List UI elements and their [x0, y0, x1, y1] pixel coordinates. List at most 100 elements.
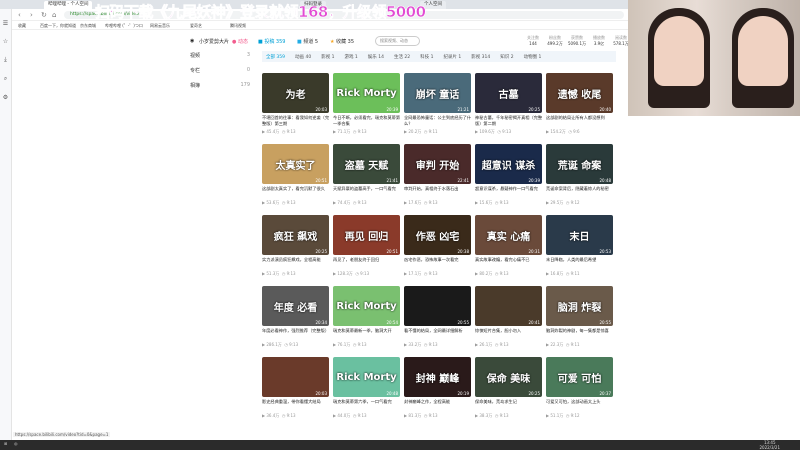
video-thumbnail[interactable]: 末日 20:53	[546, 215, 613, 255]
category-tab[interactable]: 科技 1	[420, 54, 433, 60]
video-title[interactable]: 超意识谋杀，悬疑神作一口气看完	[475, 186, 542, 198]
video-title[interactable]: 凶宅作恶，恐怖故事一次看完	[404, 257, 471, 269]
video-card[interactable]: 超意识 谋杀 20:39 超意识谋杀，悬疑神作一口气看完 ▶ 15.6万 ◷ 9:…	[475, 144, 542, 214]
left-nav-item[interactable]: 视频 3	[190, 52, 250, 67]
video-card[interactable]: 荒诞 命案 20:48 荒诞命案背后，隐藏着惊人的秘密 ▶ 29.5万 ◷ 9:1…	[546, 144, 613, 214]
video-title[interactable]: 末日降临，人类的最后希望	[546, 257, 613, 269]
left-nav-item[interactable]: 专栏 0	[190, 67, 250, 82]
video-thumbnail[interactable]: 荒诞 命案 20:48	[546, 144, 613, 184]
video-thumbnail[interactable]: Rick Morty 20:48	[333, 357, 400, 397]
video-thumbnail[interactable]: 盗墓 天赋 21:41	[333, 144, 400, 184]
video-thumbnail[interactable]: 年度 必看 20:34	[262, 286, 329, 326]
video-card[interactable]: 年度 必看 20:34 年度必看神作，强烈推荐（完整版） ▶ 286.1万 ◷ 9…	[262, 286, 329, 356]
video-title[interactable]: 今日不断，必须看完，瑞克和莫蒂第一季合集	[333, 115, 400, 127]
video-card[interactable]: 古墓 20:25 神秘古墓，千年秘密揭开真相（完整版）第二期 ▶ 109.6万 ◷…	[475, 73, 542, 143]
video-thumbnail[interactable]: 疯狂 飙戏 20:25	[262, 215, 329, 255]
video-card[interactable]: 20:03 影史经典重温，带你看懂大结局 ▶ 36.4万 ◷ 9:13	[262, 357, 329, 427]
video-card[interactable]: 作恶 凶宅 20:38 凶宅作恶，恐怖故事一次看完 ▶ 17.1万 ◷ 9:13	[404, 215, 471, 285]
video-title[interactable]: 这部剧的结局让所有人都没想到	[546, 115, 613, 127]
bookmark[interactable]: 收藏	[18, 22, 26, 29]
video-thumbnail[interactable]: 审判 开始 22:41	[404, 144, 471, 184]
search-icon[interactable]: ⌕	[0, 75, 11, 83]
bookmark[interactable]: 哔哩哔哩 (゜-゜)つロ	[105, 22, 143, 29]
video-title[interactable]: 荒诞命案背后，隐藏着惊人的秘密	[546, 186, 613, 198]
video-title[interactable]: 脑洞炸裂的神剧，每一集都是惊喜	[546, 328, 613, 340]
category-tab[interactable]: 影视 314	[471, 54, 490, 60]
video-title[interactable]: 瑞克和莫蒂第六季，一口气看完	[333, 399, 400, 411]
video-card[interactable]: 封神 巅峰 20:19 封神巅峰之作，全程高能 ▶ 81.3万 ◷ 9:13	[404, 357, 471, 427]
video-title[interactable]: 真实故事改编，看完心痛不已	[475, 257, 542, 269]
category-tab[interactable]: 生活 22	[394, 54, 410, 60]
avatar[interactable]: ◉	[190, 38, 194, 44]
video-title[interactable]: 实力派演员疯狂飙戏，全程高能	[262, 257, 329, 269]
video-title[interactable]: 瑞克和莫蒂最新一季，脑洞大开	[333, 328, 400, 340]
category-tab[interactable]: 娱乐 14	[368, 54, 384, 60]
video-thumbnail[interactable]: Rick Morty 20:54	[333, 286, 400, 326]
video-thumbnail[interactable]: 为老 20:03	[262, 73, 329, 113]
gear-icon[interactable]: ⚙	[0, 94, 11, 101]
reload-icon[interactable]: ↻	[41, 11, 47, 19]
forward-icon[interactable]: ›	[30, 11, 33, 19]
bookmark[interactable]: 爱奇艺	[190, 22, 202, 29]
video-title[interactable]: 审判开始，真相终于水落石出	[404, 186, 471, 198]
video-title[interactable]: 这部剧太真实了，看完沉默了很久	[262, 186, 329, 198]
video-thumbnail[interactable]: 脑洞 炸裂 20:55	[546, 286, 613, 326]
browser-tab[interactable]: 哔哩哔哩 - 个人空间	[44, 1, 93, 9]
video-card[interactable]: 太真实了 20:51 这部剧太真实了，看完沉默了很久 ▶ 53.6万 ◷ 9:13	[262, 144, 329, 214]
video-thumbnail[interactable]: 超意识 谋杀 20:39	[475, 144, 542, 184]
video-card[interactable]: 再见 回归 20:51 再见了，老朋友终于回归 ▶ 128.3万 ◷ 9:13	[333, 215, 400, 285]
bookmark[interactable]: 腾讯视频	[230, 22, 246, 29]
video-card[interactable]: Rick Morty 20:39 今日不断，必须看完，瑞克和莫蒂第一季合集 ▶ 7…	[333, 73, 400, 143]
username[interactable]: 小岁爱剪大片	[199, 38, 229, 45]
video-title[interactable]: 全网最恐怖童话：公主到底经历了什么？	[404, 115, 471, 127]
nav-uploads[interactable]: ■ 投稿 359	[258, 38, 285, 45]
back-icon[interactable]: ‹	[18, 11, 21, 19]
bookmark[interactable]: 京东商城	[80, 22, 96, 29]
video-title[interactable]: 看不懂的结局，全网最详细解析	[404, 328, 471, 340]
left-nav-item[interactable]: 相簿 179	[190, 82, 250, 97]
video-title[interactable]: 惊悚短片合集，胆小勿入	[475, 328, 542, 340]
video-thumbnail[interactable]: 封神 巅峰 20:19	[404, 357, 471, 397]
taskbar-app-icon[interactable]: ◎	[14, 441, 18, 446]
start-icon[interactable]: ⊞	[4, 441, 7, 446]
video-card[interactable]: Rick Morty 20:48 瑞克和莫蒂第六季，一口气看完 ▶ 44.0万 ◷…	[333, 357, 400, 427]
video-thumbnail[interactable]: 太真实了 20:51	[262, 144, 329, 184]
download-icon[interactable]: ⤓	[0, 56, 11, 64]
video-thumbnail[interactable]: 可爱 可怕 20:37	[546, 357, 613, 397]
video-thumbnail[interactable]: 20:03	[262, 357, 329, 397]
star-icon[interactable]: ☆	[0, 38, 11, 45]
video-thumbnail[interactable]: 古墓 20:25	[475, 73, 542, 113]
category-tab[interactable]: 动画 40	[295, 54, 311, 60]
category-tab[interactable]: 全部 359	[266, 54, 285, 60]
video-card[interactable]: 保命 美味 20:25 保命美味，荒岛求生记 ▶ 38.3万 ◷ 9:13	[475, 357, 542, 427]
video-title[interactable]: 可爱又可怕，这部动画太上头	[546, 399, 613, 411]
video-card[interactable]: 脑洞 炸裂 20:55 脑洞炸裂的神剧，每一集都是惊喜 ▶ 22.3万 ◷ 9:1…	[546, 286, 613, 356]
video-thumbnail[interactable]: 真实 心痛 20:31	[475, 215, 542, 255]
video-title[interactable]: 影史经典重温，带你看懂大结局	[262, 399, 329, 411]
video-card[interactable]: 为老 20:03 不堪回首的往事：看我如何逆袭（完整版）第三期 ▶ 45.4万 ◷…	[262, 73, 329, 143]
nav-dynamic[interactable]: ● 动态	[232, 38, 248, 45]
video-thumbnail[interactable]: 遗憾 收尾 20:40	[546, 73, 613, 113]
video-card[interactable]: Rick Morty 20:54 瑞克和莫蒂最新一季，脑洞大开 ▶ 76.1万 ◷…	[333, 286, 400, 356]
category-tab[interactable]: 游戏 1	[345, 54, 358, 60]
category-tab[interactable]: 知识 2	[500, 54, 513, 60]
video-thumbnail[interactable]: Rick Morty 20:39	[333, 73, 400, 113]
home-icon[interactable]: ⌂	[52, 11, 56, 19]
space-search-input[interactable]: 搜索视频、动态	[375, 36, 420, 46]
video-card[interactable]: 遗憾 收尾 20:40 这部剧的结局让所有人都没想到 ▶ 154.2万 ◷ 9:6	[546, 73, 613, 143]
video-title[interactable]: 再见了，老朋友终于回归	[333, 257, 400, 269]
video-thumbnail[interactable]: 崩坏 童话 21:21	[404, 73, 471, 113]
video-thumbnail[interactable]: 20:55	[404, 286, 471, 326]
video-card[interactable]: 真实 心痛 20:31 真实故事改编，看完心痛不已 ▶ 80.2万 ◷ 9:13	[475, 215, 542, 285]
bookmark[interactable]: 百度一下，你就知道	[40, 22, 76, 29]
video-title[interactable]: 神秘古墓，千年秘密揭开真相（完整版）第二期	[475, 115, 542, 127]
video-card[interactable]: 末日 20:53 末日降临，人类的最后希望 ▶ 16.8万 ◷ 9:11	[546, 215, 613, 285]
video-title[interactable]: 保命美味，荒岛求生记	[475, 399, 542, 411]
video-title[interactable]: 天赋异禀的盗墓高手，一口气看完	[333, 186, 400, 198]
video-card[interactable]: 审判 开始 22:41 审判开始，真相终于水落石出 ▶ 17.6万 ◷ 9:13	[404, 144, 471, 214]
video-card[interactable]: 崩坏 童话 21:21 全网最恐怖童话：公主到底经历了什么？ ▶ 20.2万 ◷ …	[404, 73, 471, 143]
video-thumbnail[interactable]: 再见 回归 20:51	[333, 215, 400, 255]
category-tab[interactable]: 影视 1	[321, 54, 334, 60]
video-title[interactable]: 年度必看神作，强烈推荐（完整版）	[262, 328, 329, 340]
video-card[interactable]: 盗墓 天赋 21:41 天赋异禀的盗墓高手，一口气看完 ▶ 74.4万 ◷ 9:1…	[333, 144, 400, 214]
